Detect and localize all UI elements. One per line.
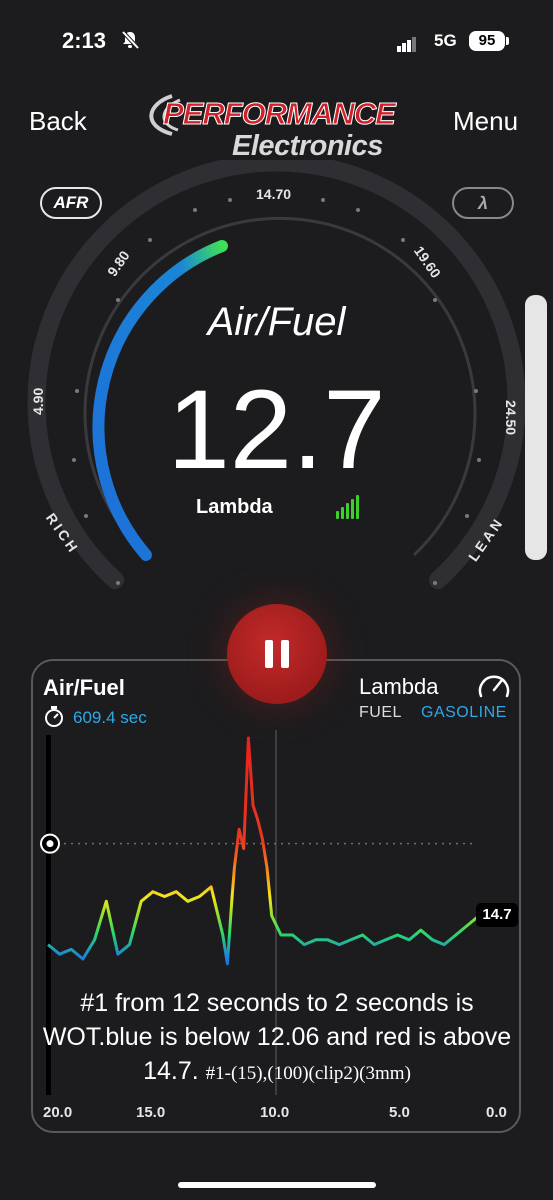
fuel-type[interactable]: GASOLINE <box>421 704 507 722</box>
elapsed-time: 609.4 sec <box>73 708 147 727</box>
pause-icon <box>281 640 289 668</box>
annotation-text: #1 from 12 seconds to 2 seconds is WOT.b… <box>34 986 520 1091</box>
logo-electronics: Electronics <box>232 130 383 162</box>
annotation-small: #1-(15),(100)(clip2)(3mm) <box>205 1063 411 1084</box>
chart-title: Air/Fuel <box>43 675 125 700</box>
menu-button[interactable]: Menu <box>453 106 518 137</box>
stopwatch-icon <box>43 704 65 733</box>
gauge-tick-14-70: 14.70 <box>256 186 292 202</box>
pause-button[interactable] <box>227 604 327 704</box>
pause-icon <box>265 640 273 668</box>
logo-performance: PERFORMANCE <box>163 96 397 132</box>
gauge-title: Air/Fuel <box>207 300 346 344</box>
network-type: 5G <box>434 31 457 50</box>
fuel-label: FUEL <box>359 704 402 721</box>
gauge-value: 12.7 <box>167 367 386 492</box>
x-tick: 10.0 <box>260 1104 290 1121</box>
reference-value-badge: 14.7 <box>476 903 518 927</box>
bell-slash-icon <box>120 30 140 55</box>
status-time: 2:13 <box>62 28 107 53</box>
gauge-lambda-label: Lambda <box>196 496 273 518</box>
afr-series-line <box>47 736 515 966</box>
back-button[interactable]: Back <box>29 106 87 137</box>
reference-marker-dot <box>46 840 54 848</box>
battery-tip <box>506 37 509 45</box>
cell-signal-icon <box>397 34 417 52</box>
side-scroll-handle[interactable] <box>525 295 547 560</box>
x-tick: 0.0 <box>486 1104 507 1121</box>
sensor-signal-icon <box>336 495 361 519</box>
chart-lambda-label: Lambda <box>359 674 439 699</box>
x-tick: 20.0 <box>43 1104 73 1121</box>
x-tick: 5.0 <box>389 1104 410 1121</box>
battery-icon: 95 <box>469 31 505 51</box>
home-indicator[interactable] <box>178 1182 376 1188</box>
x-tick: 15.0 <box>136 1104 166 1121</box>
speedometer-icon[interactable] <box>476 670 512 707</box>
